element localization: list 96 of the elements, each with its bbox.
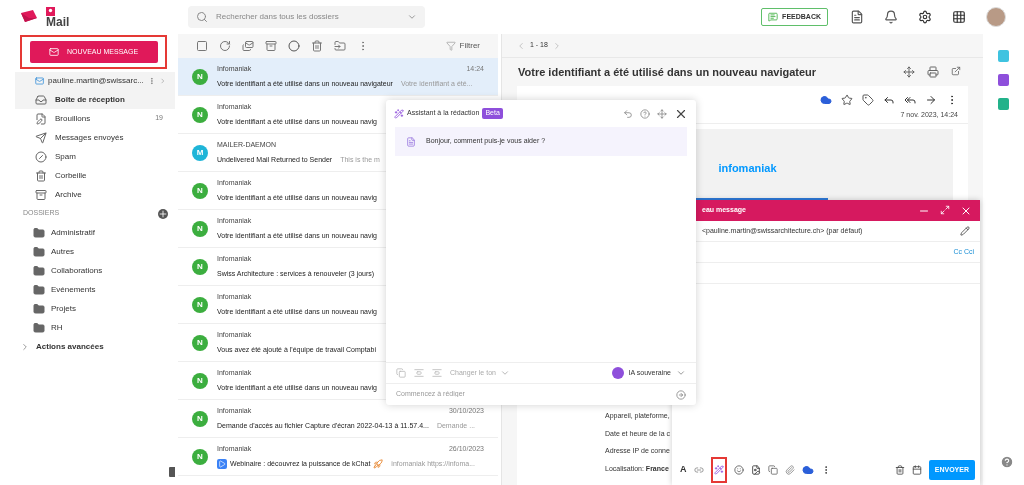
folder-icon [33, 302, 45, 315]
search-icon [196, 11, 208, 23]
folder-icon [33, 283, 45, 296]
ai-assistant-icon [394, 108, 404, 119]
reply-all-icon[interactable] [904, 94, 916, 106]
inbox-icon [35, 93, 47, 106]
model-avatar [611, 367, 624, 379]
reply-icon[interactable] [883, 94, 895, 106]
caret-icon [676, 368, 686, 378]
folder-item[interactable]: Boîte de réception [15, 90, 175, 109]
calendar-icon[interactable] [911, 465, 922, 475]
app-logo-icon [20, 9, 38, 25]
paperclip-icon[interactable] [784, 465, 795, 475]
advanced-actions-toggle[interactable]: Actions avancées [0, 337, 175, 356]
draft-icon [35, 112, 47, 125]
move-icon[interactable] [657, 108, 667, 119]
folder-item[interactable]: Messages envoyés [15, 128, 175, 147]
folder-item[interactable]: Projets [0, 299, 175, 318]
send-icon[interactable] [676, 389, 686, 400]
chevron-right-icon [20, 341, 30, 352]
envelope-icon [35, 75, 45, 87]
folder-icon [33, 264, 45, 277]
sender-avatar: N [192, 296, 208, 313]
sender-avatar: N [192, 258, 208, 275]
sender-avatar: N [192, 448, 208, 465]
contacts-app-icon[interactable] [998, 74, 1009, 86]
sender-avatar: N [192, 410, 208, 427]
link-icon[interactable] [693, 465, 704, 475]
ai-assistant-icon[interactable] [713, 465, 724, 475]
help-icon[interactable] [640, 108, 650, 119]
document-icon[interactable] [750, 465, 761, 475]
external-link-icon[interactable] [951, 66, 961, 76]
folder-item[interactable]: Collaborations [0, 261, 175, 280]
text-format-button[interactable]: A [680, 463, 687, 477]
bell-icon[interactable] [884, 10, 898, 24]
avatar[interactable] [986, 7, 1006, 27]
settings-icon[interactable] [918, 10, 932, 24]
collapse-handle[interactable] [169, 467, 175, 477]
message-title: Votre identifiant a été utilisé dans un nouveau navigateur [518, 64, 818, 80]
trash-icon[interactable] [311, 40, 323, 52]
folder-item[interactable]: Administratif [0, 223, 175, 242]
folder-item[interactable]: Spam [15, 147, 175, 166]
folder-item[interactable]: Corbeille [15, 166, 175, 185]
folder-icon [33, 321, 45, 334]
forward-icon[interactable] [925, 94, 937, 106]
compose-icon [48, 47, 59, 57]
sender-avatar: N [192, 182, 208, 199]
paper-plane-icon [35, 131, 47, 144]
cloud-icon[interactable] [801, 464, 814, 476]
folder-item[interactable]: Autres [0, 242, 175, 261]
folder-icon [33, 245, 45, 258]
caret-icon [499, 368, 510, 378]
refresh-icon[interactable] [219, 40, 231, 52]
checkbox-icon[interactable] [196, 40, 208, 52]
sender-avatar: N [192, 68, 208, 85]
play-icon [217, 458, 227, 469]
star-icon[interactable] [841, 94, 853, 106]
emoji-icon[interactable] [733, 465, 744, 475]
sender-avatar: M [192, 144, 208, 161]
archive-icon[interactable] [265, 40, 277, 52]
sender-avatar: N [192, 220, 208, 237]
archive-icon [35, 188, 47, 201]
assistant-icon [406, 136, 416, 147]
search-bar[interactable]: Rechercher dans tous les dossiers [188, 6, 425, 28]
brand-icon [46, 6, 55, 16]
signature-icon[interactable] [767, 465, 778, 475]
filter-button[interactable]: Filtrer [445, 40, 480, 52]
caret-icon [407, 12, 417, 22]
folder-item[interactable]: Evénements [0, 280, 175, 299]
folder-item[interactable]: RH [0, 318, 175, 337]
add-folder-icon[interactable] [158, 208, 168, 219]
brand-logo-text: infomaniak [718, 160, 777, 176]
label-icon[interactable] [862, 94, 874, 106]
folder-item[interactable]: Archive [15, 185, 175, 204]
trash-icon[interactable] [894, 465, 905, 475]
expand-icon[interactable] [903, 66, 915, 78]
sender-avatar: N [192, 106, 208, 123]
tasks-app-icon[interactable] [998, 98, 1009, 110]
search-field[interactable]: Rechercher dans tous les dossiers [216, 11, 399, 23]
sender-avatar: N [192, 372, 208, 389]
app-title: Mail [46, 15, 70, 28]
print-icon[interactable] [927, 66, 939, 78]
undo-icon[interactable] [623, 108, 633, 119]
rocket-icon [373, 458, 384, 469]
chat-icon [768, 12, 779, 22]
filter-icon [445, 41, 456, 51]
sender-avatar: N [192, 334, 208, 351]
mark-read-icon[interactable] [242, 40, 254, 52]
trash-icon [35, 169, 47, 182]
pencil-icon[interactable] [960, 226, 970, 236]
move-folder-icon[interactable] [334, 40, 346, 52]
cloud-icon[interactable] [820, 94, 832, 106]
apps-grid-icon[interactable] [952, 10, 966, 24]
document-icon[interactable] [850, 10, 864, 24]
folder-icon [33, 226, 45, 239]
maximize-icon[interactable] [940, 204, 950, 215]
